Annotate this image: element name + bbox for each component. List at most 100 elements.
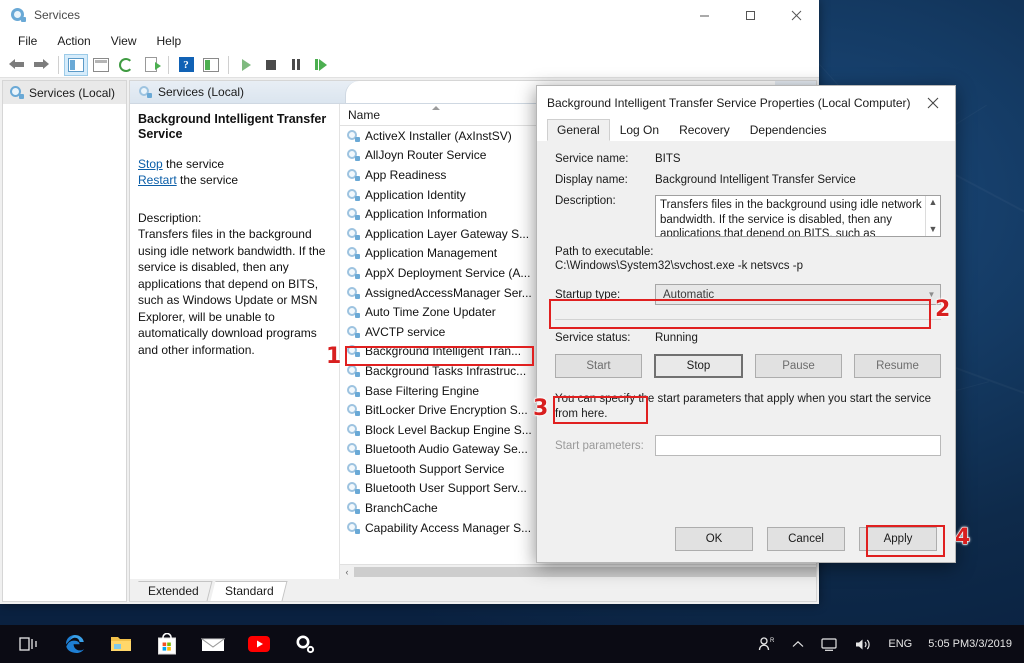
show-hide-action-pane-icon[interactable] [199, 54, 223, 76]
service-list-row-label: Base Filtering Engine [365, 383, 480, 398]
tree-item-services-local[interactable]: Services (Local) [3, 81, 126, 104]
forward-arrow-icon[interactable] [29, 54, 53, 76]
apply-button[interactable]: Apply [859, 527, 937, 551]
scroll-down-icon[interactable]: ▼ [929, 225, 938, 234]
services-gear-icon [346, 286, 360, 300]
export-list-icon[interactable] [139, 54, 163, 76]
resume-button[interactable]: Resume [854, 354, 941, 378]
tab-standard[interactable]: Standard [210, 581, 287, 601]
minimize-button[interactable] [681, 0, 727, 30]
tab-extended[interactable]: Extended [133, 581, 213, 601]
microsoft-store-icon[interactable] [144, 625, 190, 663]
startup-type-combo[interactable]: Automatic ▼ [655, 284, 941, 305]
toolbar: ? [0, 52, 819, 78]
maximize-button[interactable] [727, 0, 773, 30]
service-list-row-label: Bluetooth Audio Gateway Se... [365, 442, 528, 457]
cancel-button[interactable]: Cancel [767, 527, 845, 551]
menu-view[interactable]: View [101, 32, 147, 50]
horizontal-scrollbar[interactable]: ‹ [340, 564, 816, 579]
restart-service-text: the service [176, 173, 239, 187]
tab-general[interactable]: General [547, 119, 610, 141]
services-gear-icon [346, 521, 360, 535]
settings-icon[interactable] [282, 625, 328, 663]
tab-log-on[interactable]: Log On [610, 119, 669, 141]
stop-service-link[interactable]: Stop [138, 157, 163, 171]
pause-service-icon[interactable] [284, 54, 308, 76]
stop-service-icon[interactable] [259, 54, 283, 76]
menu-file[interactable]: File [8, 32, 47, 50]
display-name-value[interactable]: Background Intelligent Transfer Service [655, 174, 941, 186]
service-list-row-label: Bluetooth Support Service [365, 461, 505, 476]
file-explorer-icon[interactable] [98, 625, 144, 663]
volume-icon[interactable] [846, 637, 880, 652]
window-controls [681, 0, 819, 30]
path-label: Path to executable: [555, 246, 654, 258]
description-scrollbar[interactable]: ▲ ▼ [925, 196, 940, 236]
start-button-label: Start [586, 360, 611, 372]
tab-dependencies[interactable]: Dependencies [740, 119, 837, 141]
chevron-up-icon[interactable] [784, 640, 812, 649]
service-list-row-label: Application Management [365, 246, 498, 261]
people-icon[interactable]: R [750, 636, 784, 652]
services-gear-icon [9, 85, 24, 100]
ok-button[interactable]: OK [675, 527, 753, 551]
system-tray: R ENG 5:05 PM 3/3/2019 [750, 636, 1024, 652]
resume-button-label: Resume [876, 360, 919, 372]
pause-button[interactable]: Pause [755, 354, 842, 378]
scroll-left-button[interactable]: ‹ [340, 567, 354, 577]
scrollbar-thumb[interactable] [354, 567, 816, 577]
service-info-panel: Background Intelligent Transfer Service … [130, 104, 340, 579]
window-titlebar: Services [0, 0, 819, 30]
stop-button[interactable]: Stop [654, 354, 743, 378]
services-gear-icon [346, 168, 360, 182]
service-list-row-label: Block Level Backup Engine S... [365, 422, 532, 437]
tab-recovery[interactable]: Recovery [669, 119, 740, 141]
menu-action[interactable]: Action [47, 32, 100, 50]
help-icon[interactable]: ? [174, 54, 198, 76]
restart-service-link[interactable]: Restart [138, 173, 177, 187]
service-list-row-label: Auto Time Zone Updater [365, 305, 496, 320]
stop-service-text: the service [162, 157, 225, 171]
back-arrow-icon[interactable] [4, 54, 28, 76]
service-list-row-label: BitLocker Drive Encryption S... [365, 403, 528, 418]
services-gear-icon [346, 129, 360, 143]
mail-icon[interactable] [190, 625, 236, 663]
services-gear-icon [346, 423, 360, 437]
menu-help[interactable]: Help [147, 32, 192, 50]
scroll-up-icon[interactable]: ▲ [929, 198, 938, 207]
service-list-row-label: Capability Access Manager S... [365, 520, 532, 535]
services-gear-icon [346, 403, 360, 417]
description-textbox[interactable]: Transfers files in the background using … [655, 195, 941, 237]
taskbar: R ENG 5:05 PM 3/3/2019 [0, 625, 1024, 663]
service-list-row-label: AllJoyn Router Service [365, 148, 487, 163]
services-gear-icon [346, 148, 360, 162]
network-monitor-icon[interactable] [812, 637, 846, 652]
dialog-close-button[interactable] [911, 86, 955, 119]
show-hide-console-tree-icon[interactable] [64, 53, 88, 76]
start-parameters-input[interactable] [655, 435, 941, 456]
start-button[interactable]: Start [555, 354, 642, 378]
service-list-row-label: ActiveX Installer (AxInstSV) [365, 128, 512, 143]
restart-service-icon[interactable] [309, 54, 333, 76]
properties-icon[interactable] [89, 54, 113, 76]
pause-button-label: Pause [782, 360, 815, 372]
close-button[interactable] [773, 0, 819, 30]
language-indicator[interactable]: ENG [880, 638, 920, 650]
clock-date: 3/3/2019 [969, 638, 1012, 650]
clock[interactable]: 5:05 PM 3/3/2019 [920, 638, 1016, 650]
task-view-icon[interactable] [6, 625, 52, 663]
startup-type-label: Startup type: [555, 288, 621, 301]
service-list-row-label: AVCTP service [365, 324, 446, 339]
youtube-icon[interactable] [236, 625, 282, 663]
edge-browser-icon[interactable] [52, 625, 98, 663]
dialog-general-panel: Service name: BITS Display name: Backgro… [537, 141, 955, 516]
start-service-icon[interactable] [234, 54, 258, 76]
description-text: Transfers files in the background using … [138, 227, 326, 357]
start-parameters-row: Start parameters: [555, 435, 941, 456]
refresh-icon[interactable] [114, 54, 138, 76]
startup-type-value: Automatic [663, 288, 715, 301]
startup-type-row: Startup type: Automatic ▼ [555, 284, 941, 305]
dialog-title: Background Intelligent Transfer Service … [547, 95, 911, 110]
services-gear-icon [346, 266, 360, 280]
detail-pane-title: Services (Local) [158, 85, 245, 99]
